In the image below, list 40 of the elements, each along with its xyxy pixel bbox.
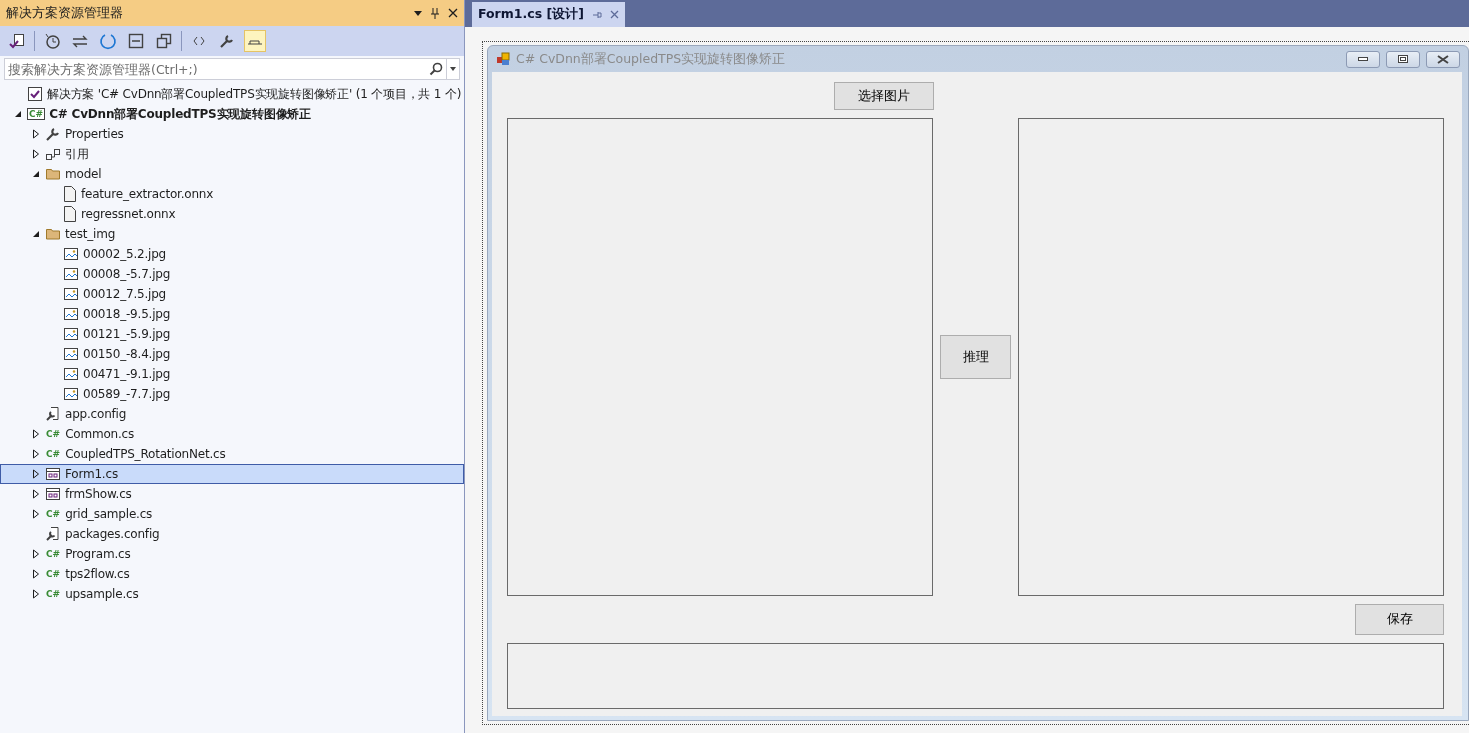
tree-item[interactable]: feature_extractor.onnx xyxy=(0,184,464,204)
form-title: C# CvDnn部署CoupledTPS实现旋转图像矫正 xyxy=(516,50,787,68)
tree-item[interactable]: 00589_-7.7.jpg xyxy=(0,384,464,404)
tree-item[interactable]: C# tps2flow.cs xyxy=(0,564,464,584)
tree-item[interactable]: 00008_-5.7.jpg xyxy=(0,264,464,284)
tree-item[interactable]: model xyxy=(0,164,464,184)
search-box[interactable]: 搜索解决方案资源管理器(Ctrl+;) xyxy=(4,58,460,80)
tree-item[interactable]: 00012_7.5.jpg xyxy=(0,284,464,304)
select-image-button[interactable]: 选择图片 xyxy=(834,82,934,110)
tree-item[interactable]: 00471_-9.1.jpg xyxy=(0,364,464,384)
csharp-icon: C# xyxy=(27,108,46,120)
tree-item[interactable]: test_img xyxy=(0,224,464,244)
tree-item[interactable]: C# upsample.cs xyxy=(0,584,464,604)
search-field[interactable]: 搜索解决方案资源管理器(Ctrl+;) xyxy=(5,61,429,77)
tree-item[interactable]: 引用 xyxy=(0,144,464,164)
tree-item[interactable]: frmShow.cs xyxy=(0,484,464,504)
save-button[interactable]: 保存 xyxy=(1355,604,1444,635)
tree-item[interactable]: Properties xyxy=(0,124,464,144)
csharp-icon: C# xyxy=(45,569,62,579)
csharp-icon: C# xyxy=(45,549,62,559)
tree-item[interactable]: C# grid_sample.cs xyxy=(0,504,464,524)
tree-item[interactable]: 00150_-8.4.jpg xyxy=(0,344,464,364)
tree-item[interactable]: C# CoupledTPS_RotationNet.cs xyxy=(0,444,464,464)
csharp-icon: C# xyxy=(45,509,62,519)
csharp-icon: C# xyxy=(45,429,62,439)
tree-item[interactable]: app.config xyxy=(0,404,464,424)
tree-item[interactable]: 00121_-5.9.jpg xyxy=(0,324,464,344)
infer-button[interactable]: 推理 xyxy=(940,335,1011,379)
tree-item[interactable]: 00002_5.2.jpg xyxy=(0,244,464,264)
tree-item[interactable]: C# Program.cs xyxy=(0,544,464,564)
csharp-icon: C# xyxy=(45,589,62,599)
tree-item[interactable]: 00018_-9.5.jpg xyxy=(0,304,464,324)
tree-item[interactable]: Form1.cs xyxy=(0,464,464,484)
tree-item[interactable]: C# Common.cs xyxy=(0,424,464,444)
tree-item[interactable]: C# C# CvDnn部署CoupledTPS实现旋转图像矫正 xyxy=(0,104,464,124)
panel-title: 解决方案资源管理器 xyxy=(6,4,124,22)
tree-item[interactable]: regressnet.onnx xyxy=(0,204,464,224)
tree-item[interactable]: packages.config xyxy=(0,524,464,544)
tree-item[interactable]: 解决方案 'C# CvDnn部署CoupledTPS实现旋转图像矫正' (1 个项目，共 1 个) xyxy=(0,84,464,104)
csharp-icon: C# xyxy=(45,449,62,459)
